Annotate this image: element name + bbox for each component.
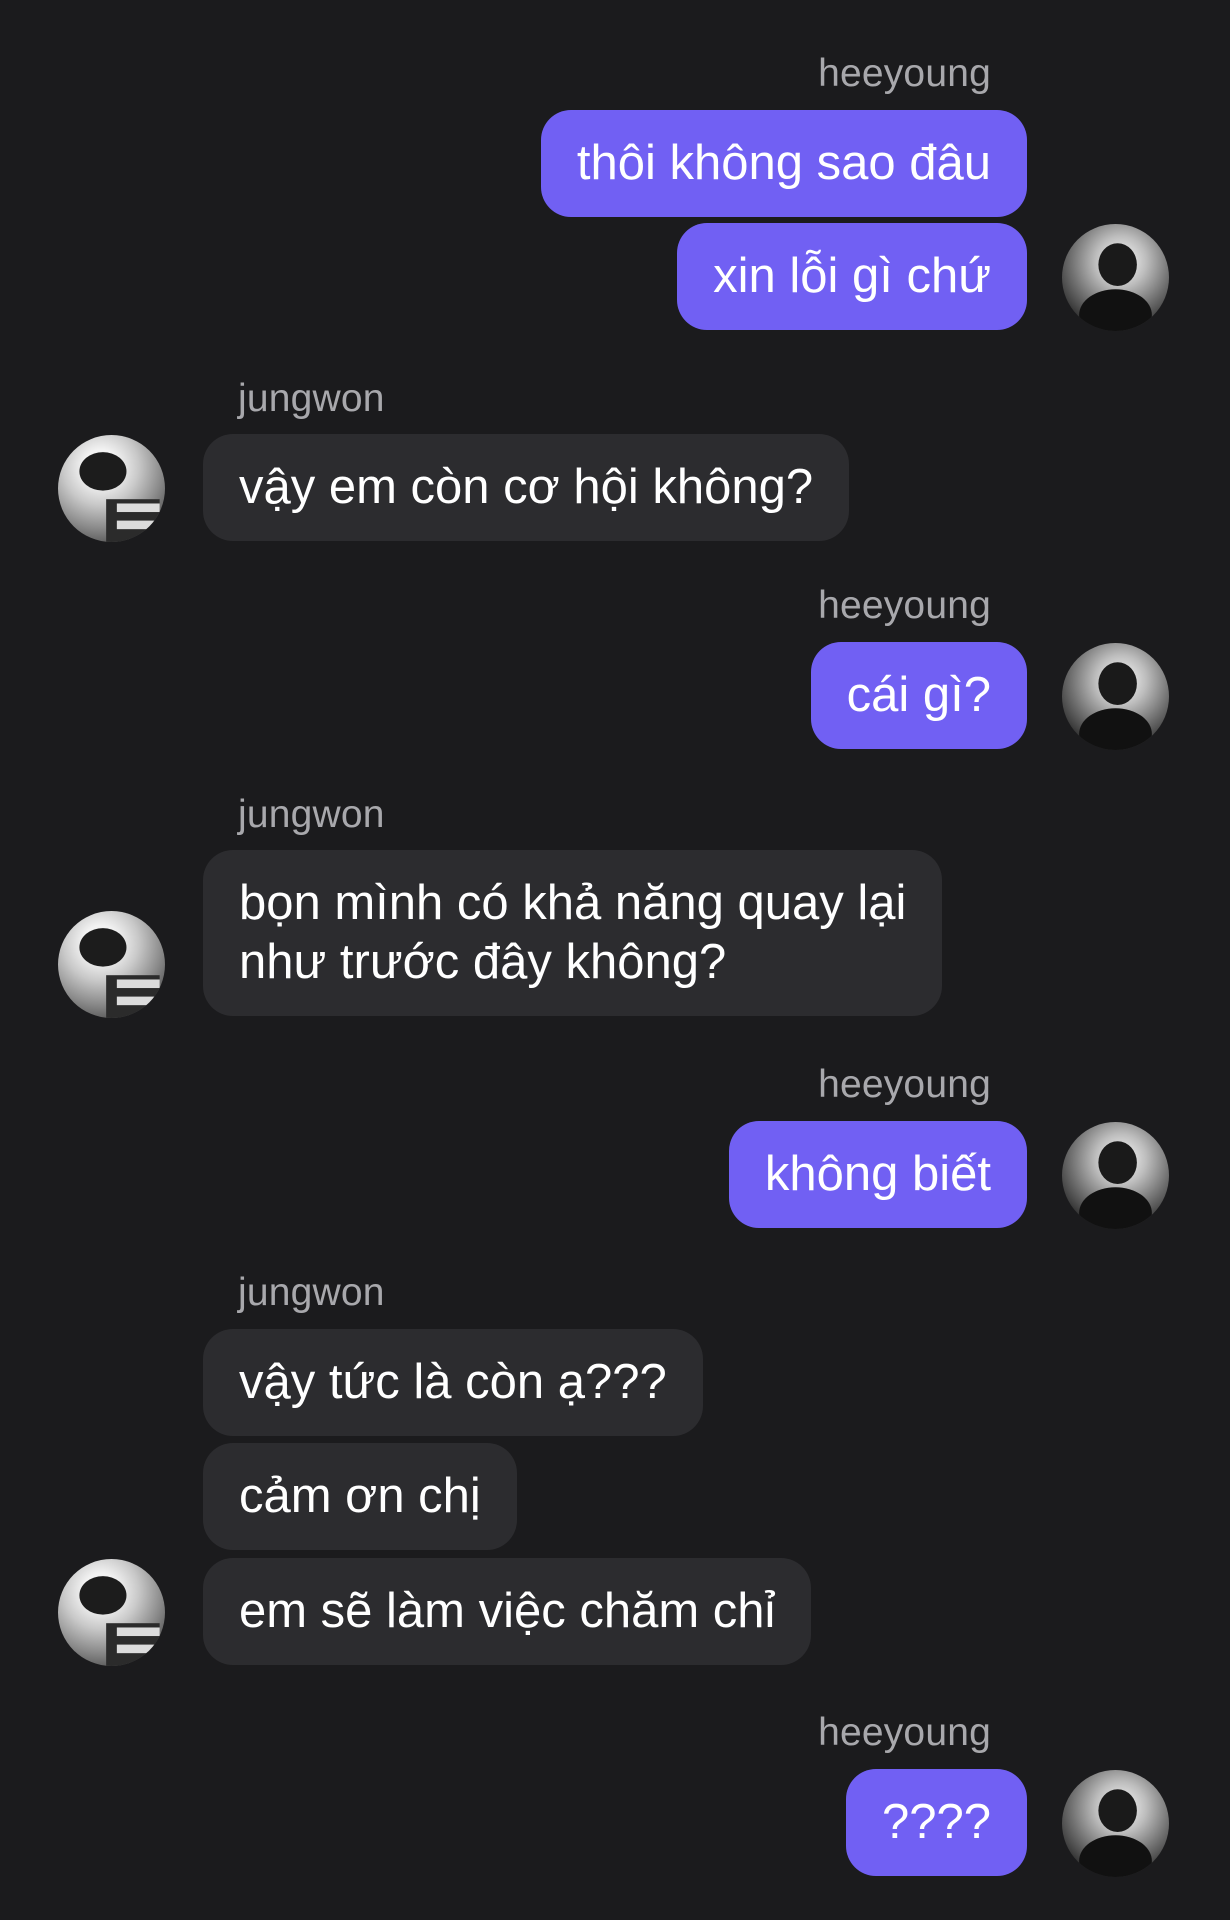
- jungwon-avatar-icon[interactable]: [58, 1559, 165, 1666]
- message-bubble-incoming[interactable]: em sẽ làm việc chăm chỉ: [203, 1558, 812, 1665]
- message-text: ????: [881, 1795, 991, 1849]
- message-bubble-outgoing[interactable]: thôi không sao đâu: [540, 110, 1027, 217]
- message-text: cảm ơn chị: [239, 1469, 481, 1523]
- sender-name-heeyoung: heeyoung: [818, 1711, 991, 1754]
- message-bubble-outgoing[interactable]: cái gì?: [810, 642, 1027, 749]
- sender-name-heeyoung: heeyoung: [818, 584, 991, 627]
- jungwon-avatar-icon[interactable]: [58, 435, 165, 542]
- heeyoung-avatar-icon[interactable]: [1062, 1122, 1169, 1229]
- message-bubble-incoming[interactable]: bọn mình có khả năng quay lại như trước …: [203, 850, 943, 1016]
- message-text: không biết: [764, 1147, 991, 1201]
- message-bubble-incoming[interactable]: vậy tức là còn ạ???: [203, 1329, 703, 1436]
- message-text: thôi không sao đâu: [576, 136, 991, 190]
- sender-name-heeyoung: heeyoung: [818, 1063, 991, 1106]
- message-bubble-outgoing[interactable]: xin lỗi gì chứ: [677, 223, 1027, 330]
- message-text: vậy tức là còn ạ???: [239, 1355, 667, 1409]
- message-text-line: bọn mình có khả năng quay lại: [239, 876, 907, 930]
- message-text: xin lỗi gì chứ: [713, 249, 991, 303]
- message-bubble-incoming[interactable]: cảm ơn chị: [203, 1443, 517, 1550]
- message-text: vậy em còn cơ hội không?: [239, 460, 814, 514]
- sender-name-jungwon: jungwon: [238, 377, 385, 420]
- message-bubble-incoming[interactable]: vậy em còn cơ hội không?: [203, 434, 850, 541]
- sender-name-heeyoung: heeyoung: [818, 52, 991, 95]
- heeyoung-avatar-icon[interactable]: [1062, 224, 1169, 331]
- sender-name-jungwon: jungwon: [238, 1271, 385, 1314]
- heeyoung-avatar-icon[interactable]: [1062, 1770, 1169, 1877]
- message-text-line: như trước đây không?: [239, 935, 727, 989]
- message-text: cái gì?: [846, 668, 991, 722]
- message-bubble-outgoing[interactable]: không biết: [728, 1121, 1027, 1228]
- message-bubble-outgoing[interactable]: ????: [845, 1769, 1027, 1876]
- sender-name-jungwon: jungwon: [238, 793, 385, 836]
- jungwon-avatar-icon[interactable]: [58, 911, 165, 1018]
- heeyoung-avatar-icon[interactable]: [1062, 643, 1169, 750]
- message-text: em sẽ làm việc chăm chỉ: [239, 1584, 776, 1638]
